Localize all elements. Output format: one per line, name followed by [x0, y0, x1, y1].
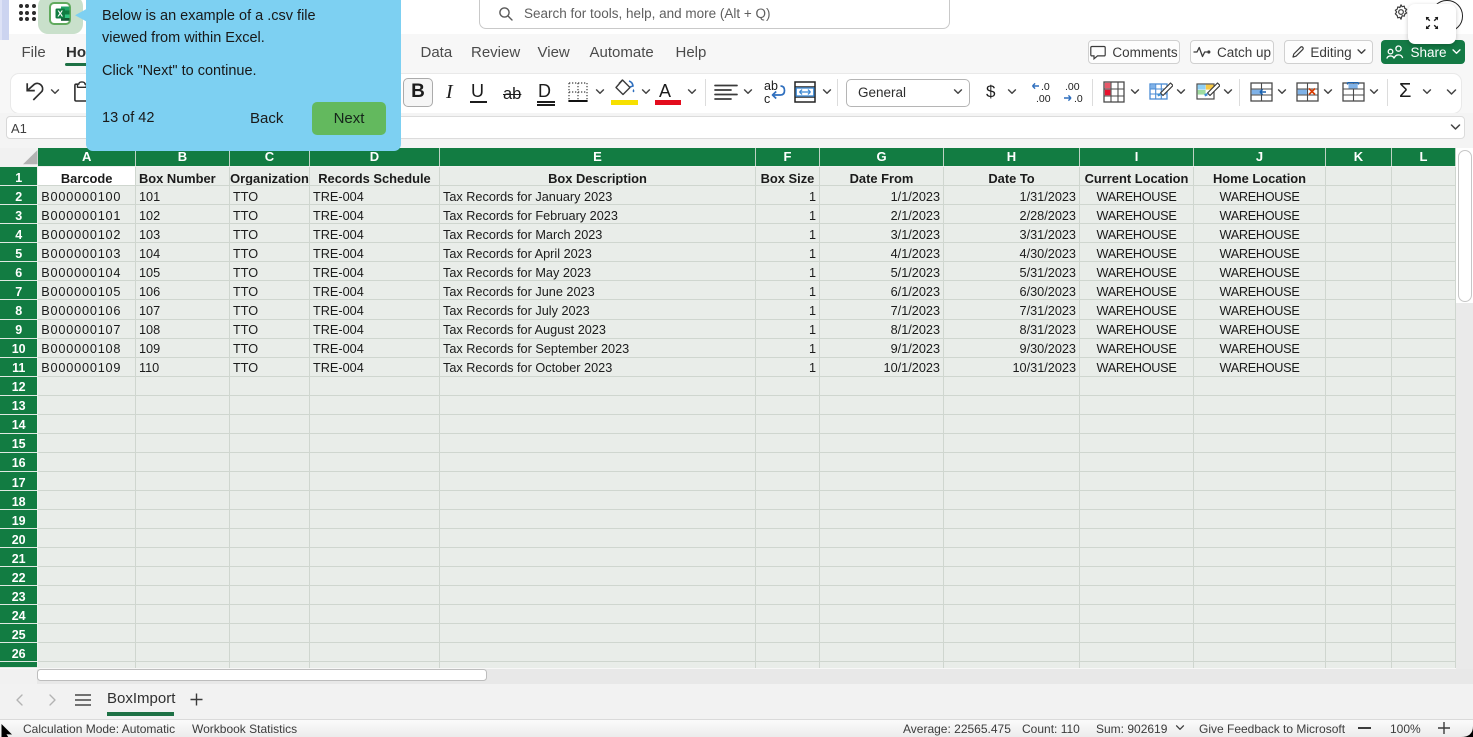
svg-text:c: c	[764, 92, 770, 105]
svg-text:.00: .00	[1036, 93, 1051, 105]
svg-text:ab: ab	[764, 79, 778, 93]
svg-text:.00: .00	[1065, 81, 1080, 93]
svg-text:.0: .0	[1074, 93, 1083, 105]
svg-text:.0: .0	[1041, 81, 1050, 93]
svg-text:X: X	[57, 9, 63, 19]
